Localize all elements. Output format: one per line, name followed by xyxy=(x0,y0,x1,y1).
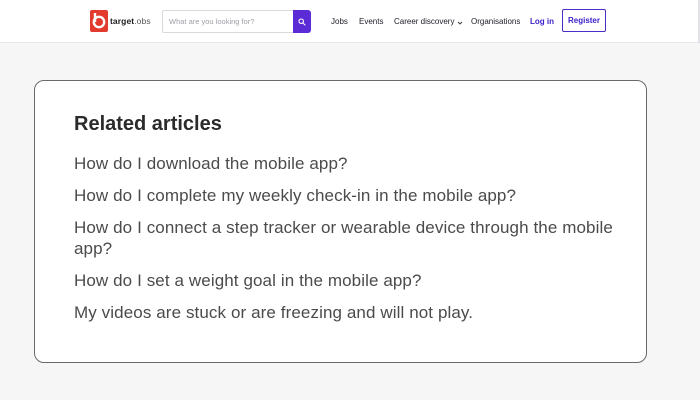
nav-organisations-link[interactable]: Organisations xyxy=(471,10,520,33)
top-navigation-bar: target.obs Jobs Events Career discovery … xyxy=(0,0,700,43)
related-article-link[interactable]: My videos are stuck or are freezing and … xyxy=(74,302,619,323)
nav-jobs-link[interactable]: Jobs xyxy=(331,10,348,33)
related-articles-title: Related articles xyxy=(74,113,222,135)
chevron-down-icon xyxy=(457,19,463,25)
search-button[interactable] xyxy=(293,10,311,33)
related-article-link[interactable]: How do I set a weight goal in the mobile… xyxy=(74,270,619,291)
register-button[interactable]: Register xyxy=(562,9,606,32)
search-icon xyxy=(298,13,306,31)
site-logo[interactable]: target.obs xyxy=(90,10,151,32)
search-bar xyxy=(162,10,311,33)
related-article-link[interactable]: How do I download the mobile app? xyxy=(74,153,619,174)
nav-career-discovery-label: Career discovery xyxy=(394,17,455,26)
nav-events-link[interactable]: Events xyxy=(359,10,383,33)
login-link[interactable]: Log in xyxy=(530,10,554,33)
search-input[interactable] xyxy=(162,10,293,33)
target-logo-icon xyxy=(90,10,108,32)
related-articles-card: Related articles How do I download the m… xyxy=(34,80,647,363)
related-articles-list: How do I download the mobile app? How do… xyxy=(74,153,619,334)
nav-career-discovery-menu[interactable]: Career discovery xyxy=(394,10,463,33)
logo-text: target.obs xyxy=(110,16,151,26)
related-article-link[interactable]: How do I complete my weekly check-in in … xyxy=(74,185,619,206)
related-article-link[interactable]: How do I connect a step tracker or weara… xyxy=(74,217,619,259)
